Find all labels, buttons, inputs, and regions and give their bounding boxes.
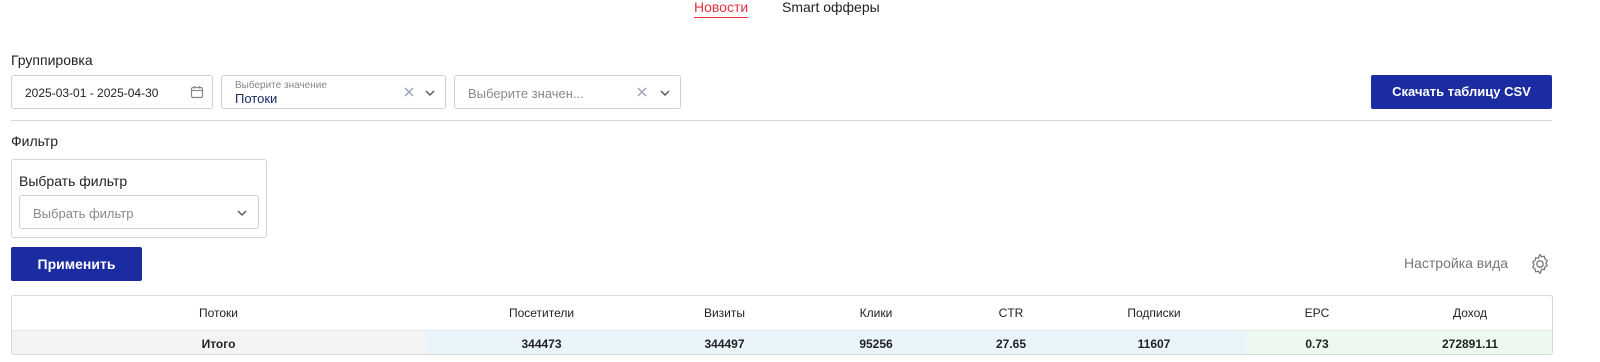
filter-label: Фильтр bbox=[11, 133, 59, 149]
total-cell: 95256 bbox=[791, 331, 961, 354]
date-range-picker[interactable]: 2025-03-01 - 2025-04-30 bbox=[11, 75, 213, 109]
chevron-down-icon[interactable] bbox=[423, 86, 437, 100]
total-cell: 344473 bbox=[425, 331, 658, 354]
filter-box-title: Выбрать фильтр bbox=[19, 173, 128, 189]
total-cell: 27.65 bbox=[961, 331, 1061, 354]
table-total-row: Итого 344473 344497 95256 27.65 11607 0.… bbox=[12, 330, 1552, 354]
top-tabs: Новости Smart офферы bbox=[0, 0, 1600, 22]
chevron-down-icon[interactable] bbox=[658, 86, 672, 100]
total-cell: 0.73 bbox=[1247, 331, 1387, 354]
tab-smart-offers[interactable]: Smart офферы bbox=[782, 0, 880, 14]
filter-select[interactable]: Выбрать фильтр bbox=[19, 195, 259, 229]
total-cell: 11607 bbox=[1061, 331, 1247, 354]
tab-news[interactable]: Новости bbox=[694, 0, 749, 18]
header-cell[interactable]: Потоки bbox=[12, 296, 425, 330]
grouping-select-2-placeholder: Выберите значен... bbox=[468, 86, 584, 101]
download-csv-button[interactable]: Скачать таблицу CSV bbox=[1371, 75, 1552, 109]
stats-table: Потоки Посетители Визиты Клики CTR Подпи… bbox=[11, 295, 1553, 355]
header-cell[interactable]: Визиты bbox=[658, 296, 791, 330]
table-header-row: Потоки Посетители Визиты Клики CTR Подпи… bbox=[12, 296, 1552, 330]
clear-icon[interactable] bbox=[402, 85, 416, 99]
total-cell: Итого bbox=[12, 331, 425, 354]
divider bbox=[11, 120, 1552, 121]
grouping-select-1-value: Потоки bbox=[235, 91, 278, 106]
total-cell: 344497 bbox=[658, 331, 791, 354]
header-cell[interactable]: CTR bbox=[961, 296, 1061, 330]
gear-icon[interactable] bbox=[1528, 252, 1552, 276]
view-settings-link[interactable]: Настройка вида bbox=[1404, 255, 1508, 271]
grouping-select-2[interactable]: Выберите значен... bbox=[454, 75, 681, 109]
header-cell[interactable]: Посетители bbox=[425, 296, 658, 330]
header-cell[interactable]: EPC bbox=[1247, 296, 1387, 330]
header-cell[interactable]: Клики bbox=[791, 296, 961, 330]
total-cell: 272891.11 bbox=[1387, 331, 1552, 354]
apply-button[interactable]: Применить bbox=[11, 247, 142, 281]
calendar-icon bbox=[190, 86, 204, 99]
header-cell[interactable]: Доход bbox=[1387, 296, 1552, 330]
chevron-down-icon[interactable] bbox=[235, 206, 249, 220]
date-range-value: 2025-03-01 - 2025-04-30 bbox=[25, 86, 159, 100]
clear-icon[interactable] bbox=[635, 85, 649, 99]
header-cell[interactable]: Подписки bbox=[1061, 296, 1247, 330]
grouping-label: Группировка bbox=[11, 52, 93, 68]
grouping-select-1[interactable]: Выберите значение Потоки bbox=[221, 75, 446, 109]
filter-box: Выбрать фильтр Выбрать фильтр bbox=[11, 159, 267, 238]
filter-select-placeholder: Выбрать фильтр bbox=[33, 206, 134, 221]
grouping-select-1-hint: Выберите значение bbox=[235, 80, 327, 91]
